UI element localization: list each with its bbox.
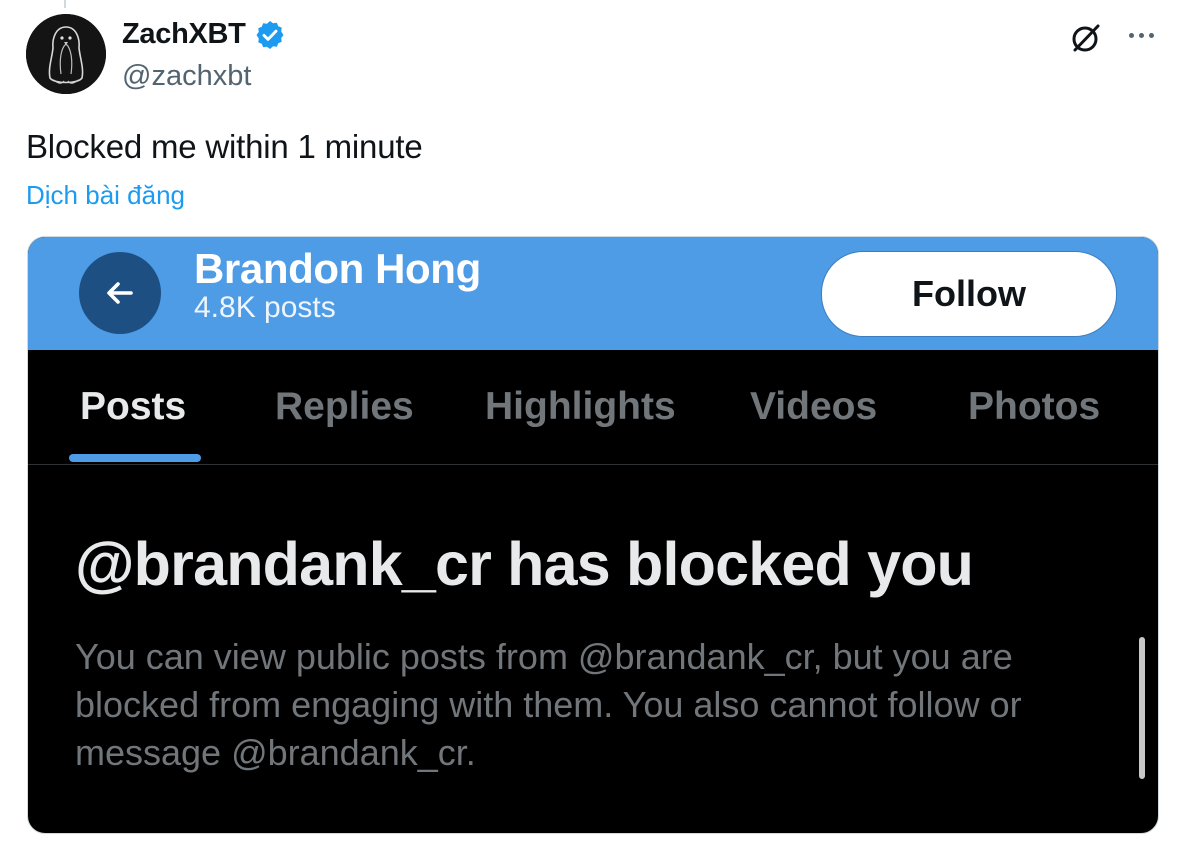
blocked-message: You can view public posts from @brandank… [75, 636, 1022, 773]
tweet-text: Blocked me within 1 minute [26, 128, 423, 165]
more-dot [1128, 32, 1134, 38]
grok-icon[interactable] [1068, 20, 1104, 56]
more-dot [1138, 32, 1144, 38]
author-name[interactable]: ZachXBT [122, 18, 286, 51]
post-count: 4.8K posts [194, 291, 336, 324]
blocked-title: @brandank_cr has blocked you [75, 530, 974, 598]
active-tab-indicator [69, 454, 201, 462]
tab-photos: Photos [968, 385, 1101, 428]
back-button [79, 252, 161, 334]
author-name-text[interactable]: ZachXBT [122, 18, 246, 51]
attached-image[interactable]: Brandon Hong 4.8K posts Follow Posts Rep… [27, 236, 1159, 834]
back-arrow-icon [107, 282, 133, 304]
tab-highlights: Highlights [485, 385, 676, 428]
profile-name: Brandon Hong [194, 245, 481, 292]
penguin-avatar-icon [26, 14, 106, 94]
profile-tabs: Posts Replies Highlights Videos Photos [28, 350, 1158, 465]
translate-post-link[interactable]: Dịch bài đăng [26, 180, 185, 211]
more-dot [1148, 32, 1154, 38]
scrollbar [1139, 637, 1145, 779]
tab-posts: Posts [80, 385, 187, 428]
verified-badge-icon[interactable] [254, 19, 286, 51]
author-handle[interactable]: @zachxbt [122, 60, 251, 93]
profile-header: Brandon Hong 4.8K posts Follow [28, 237, 1158, 350]
tab-videos: Videos [750, 385, 878, 428]
tab-replies: Replies [275, 385, 414, 428]
more-icon[interactable] [1122, 20, 1160, 50]
avatar[interactable] [26, 14, 106, 94]
thread-line [64, 0, 66, 8]
follow-button: Follow [821, 251, 1117, 337]
